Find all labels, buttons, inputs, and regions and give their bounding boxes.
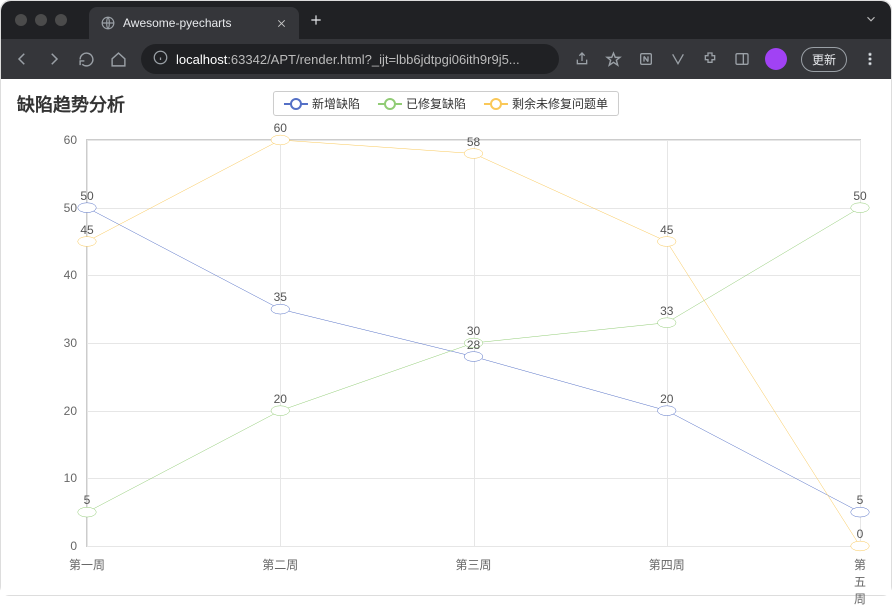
globe-icon: [101, 16, 115, 30]
data-point[interactable]: [464, 149, 483, 159]
home-button[interactable]: [109, 50, 127, 68]
sidepanel-icon[interactable]: [733, 50, 751, 68]
legend-marker: [484, 99, 508, 109]
data-point[interactable]: [851, 203, 870, 213]
kebab-menu-icon[interactable]: [861, 50, 879, 68]
grid-line-h: [87, 546, 860, 547]
y-axis-tick: 20: [64, 404, 77, 418]
data-label: 60: [274, 121, 287, 135]
x-axis-tick: 第四周: [649, 556, 685, 573]
data-point[interactable]: [271, 304, 290, 314]
address-bar[interactable]: localhost:63342/APT/render.html?_ijt=lbb…: [141, 44, 559, 74]
data-point[interactable]: [657, 406, 676, 416]
traffic-close[interactable]: [15, 14, 27, 26]
x-axis-tick: 第二周: [262, 556, 298, 573]
legend-label: 已修复缺陷: [406, 95, 466, 112]
legend-marker: [378, 99, 402, 109]
data-point[interactable]: [464, 338, 483, 348]
close-icon[interactable]: [276, 18, 287, 29]
traffic-minimize[interactable]: [35, 14, 47, 26]
y-axis-tick: 10: [64, 471, 77, 485]
data-point[interactable]: [851, 507, 870, 517]
share-icon[interactable]: [573, 50, 591, 68]
traffic-lights: [15, 14, 67, 26]
x-axis-tick: 第三周: [455, 556, 491, 573]
tab-title: Awesome-pyecharts: [123, 16, 268, 30]
legend-label: 新增缺陷: [312, 95, 360, 112]
legend: 新增缺陷 已修复缺陷 剩余未修复问题单: [273, 91, 619, 116]
site-info-icon[interactable]: [153, 50, 168, 68]
y-axis-tick: 0: [70, 539, 77, 553]
legend-item[interactable]: 剩余未修复问题单: [484, 95, 608, 112]
grid-line-v: [860, 140, 861, 546]
browser-toolbar: localhost:63342/APT/render.html?_ijt=lbb…: [1, 39, 891, 79]
notion-ext-icon[interactable]: [637, 50, 655, 68]
star-icon[interactable]: [605, 50, 623, 68]
plot-area[interactable]: 0102030405060第一周第二周第三周第四周第五周503528205520…: [86, 139, 861, 547]
legend-label: 剩余未修复问题单: [512, 95, 608, 112]
url-host: localhost: [176, 52, 227, 67]
data-point[interactable]: [271, 406, 290, 416]
y-axis-tick: 60: [64, 133, 77, 147]
update-button[interactable]: 更新: [801, 47, 847, 72]
y-axis-tick: 30: [64, 336, 77, 350]
chart-container: 缺陷趋势分析 新增缺陷已修复缺陷剩余未修复问题单 0102030405060第一…: [1, 79, 891, 595]
forward-button[interactable]: [45, 50, 63, 68]
chart-title: 缺陷趋势分析: [17, 91, 125, 117]
series-layer: [87, 140, 860, 546]
data-point[interactable]: [78, 203, 97, 213]
legend-item[interactable]: 已修复缺陷: [378, 95, 466, 112]
y-axis-tick: 40: [64, 268, 77, 282]
reload-button[interactable]: [77, 50, 95, 68]
data-point[interactable]: [851, 541, 870, 551]
y-axis-tick: 50: [64, 201, 77, 215]
v-ext-icon[interactable]: [669, 50, 687, 68]
url-rest: :63342/APT/render.html?_ijt=lbb6jdtpgi06…: [227, 52, 519, 67]
new-tab-button[interactable]: [309, 13, 323, 27]
legend-marker: [284, 99, 308, 109]
chevron-down-icon[interactable]: [864, 12, 878, 31]
extensions-icon[interactable]: [701, 50, 719, 68]
browser-tab[interactable]: Awesome-pyecharts: [89, 7, 299, 39]
traffic-zoom[interactable]: [55, 14, 67, 26]
data-point[interactable]: [657, 318, 676, 328]
data-point[interactable]: [78, 237, 97, 247]
window-titlebar: Awesome-pyecharts: [1, 1, 891, 39]
data-point[interactable]: [657, 237, 676, 247]
data-point[interactable]: [78, 507, 97, 517]
x-axis-tick: 第五周: [854, 556, 866, 607]
x-axis-tick: 第一周: [69, 556, 105, 573]
legend-item[interactable]: 新增缺陷: [284, 95, 360, 112]
data-point[interactable]: [271, 135, 290, 145]
avatar[interactable]: [765, 48, 787, 70]
back-button[interactable]: [13, 50, 31, 68]
data-point[interactable]: [464, 352, 483, 362]
